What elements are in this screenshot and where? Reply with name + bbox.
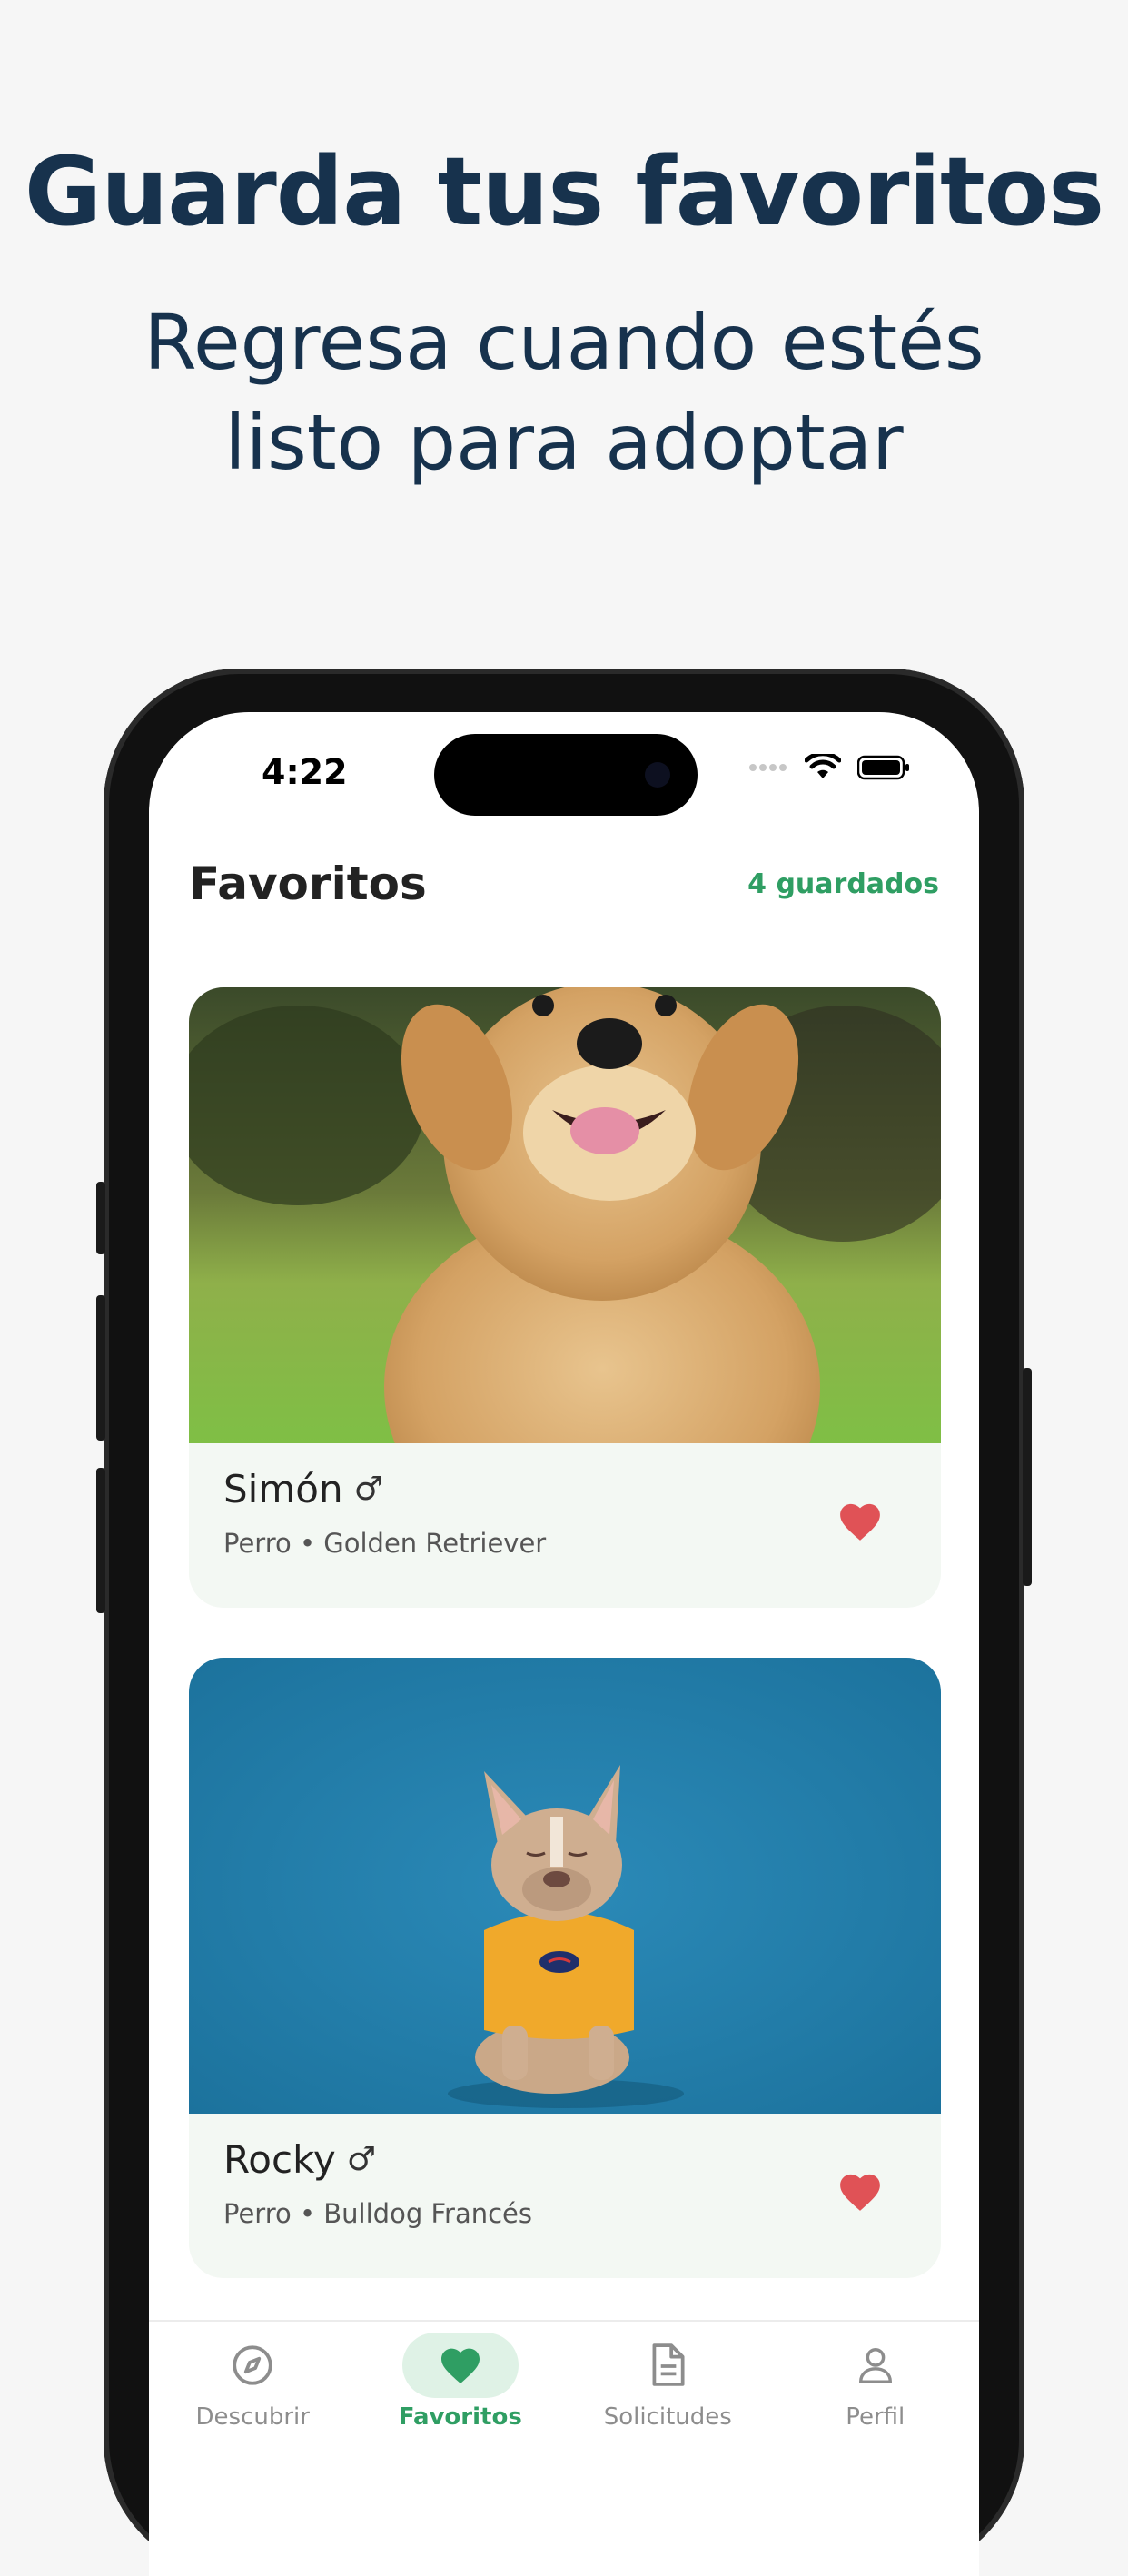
pet-info: Rocky ♂ Perro • Bulldog Francés (223, 2137, 532, 2229)
phone-volume-up-button (96, 1295, 105, 1441)
heart-icon[interactable] (837, 1501, 883, 1542)
phone-volume-down-button (96, 1468, 105, 1613)
saved-count: 4 guardados (747, 867, 939, 900)
male-icon: ♂ (346, 2141, 377, 2178)
male-icon: ♂ (353, 1471, 383, 1508)
tab-solicitudes[interactable]: Solicitudes (564, 2322, 772, 2449)
golden-retriever-photo (189, 987, 941, 1443)
french-bulldog-photo (189, 1658, 941, 2114)
favorite-card[interactable]: Rocky ♂ Perro • Bulldog Francés (189, 1658, 941, 2278)
document-icon (652, 2343, 685, 2386)
compass-icon (233, 2345, 272, 2385)
page-title: Favoritos (189, 857, 427, 910)
signal-dots-icon (749, 764, 787, 771)
tab-descubrir[interactable]: Descubrir (149, 2322, 357, 2449)
page-header: Favoritos 4 guardados (189, 857, 939, 910)
promo-subtitle-line-2: listo para adoptar (224, 398, 904, 487)
phone-side-button (96, 1182, 105, 1254)
tab-label: Solicitudes (603, 2403, 732, 2431)
tab-perfil[interactable]: Perfil (772, 2322, 980, 2449)
promo-title: Guarda tus favoritos (24, 136, 1104, 247)
app-screen: 4:22 Favoritos 4 guardados Simón ♂ Perro… (149, 712, 979, 2576)
pet-name: Simón (223, 1467, 343, 1511)
heart-icon (440, 2348, 480, 2383)
favorite-card[interactable]: Simón ♂ Perro • Golden Retriever (189, 987, 941, 1608)
tab-label: Perfil (846, 2403, 905, 2431)
status-time: 4:22 (262, 752, 348, 792)
pet-name: Rocky (223, 2137, 336, 2182)
pet-meta: Perro • Golden Retriever (223, 1528, 547, 1559)
battery-icon (857, 755, 909, 780)
dynamic-island (434, 734, 698, 816)
promo-subtitle-line-1: Regresa cuando estés (143, 298, 985, 387)
tab-favoritos[interactable]: Favoritos (357, 2322, 565, 2449)
tab-bar: Descubrir Favoritos Solicitudes Perfil (149, 2320, 979, 2449)
user-icon (858, 2348, 892, 2383)
pet-info: Simón ♂ Perro • Golden Retriever (223, 1467, 546, 1559)
wifi-icon (805, 754, 841, 778)
tab-label: Favoritos (398, 2403, 522, 2431)
phone-power-button (1023, 1368, 1032, 1586)
phone-frame: 4:22 Favoritos 4 guardados Simón ♂ Perro… (96, 669, 1032, 2576)
pet-meta: Perro • Bulldog Francés (223, 2198, 532, 2229)
status-indicators (748, 754, 910, 781)
camera-icon (645, 762, 670, 788)
promo-subtitle: Regresa cuando estés listo para adoptar (0, 292, 1128, 492)
heart-icon[interactable] (837, 2171, 883, 2213)
tab-label: Descubrir (195, 2403, 310, 2431)
